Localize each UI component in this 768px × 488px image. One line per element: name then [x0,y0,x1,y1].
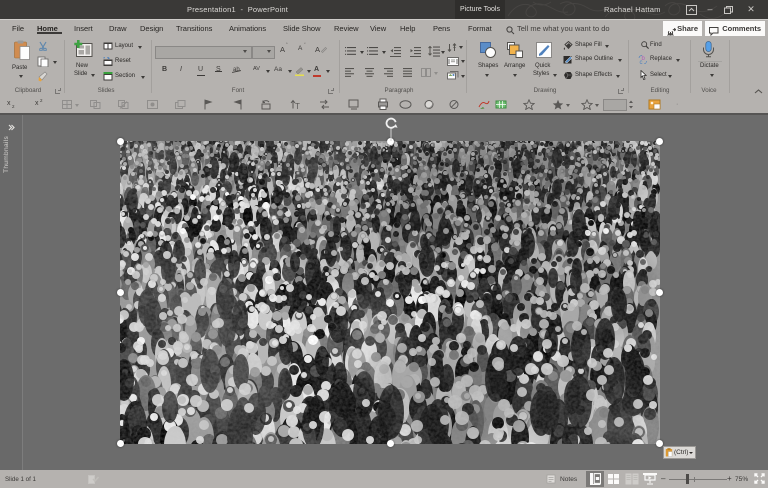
svg-text:c: c [640,60,643,64]
svg-text:T: T [295,102,300,110]
